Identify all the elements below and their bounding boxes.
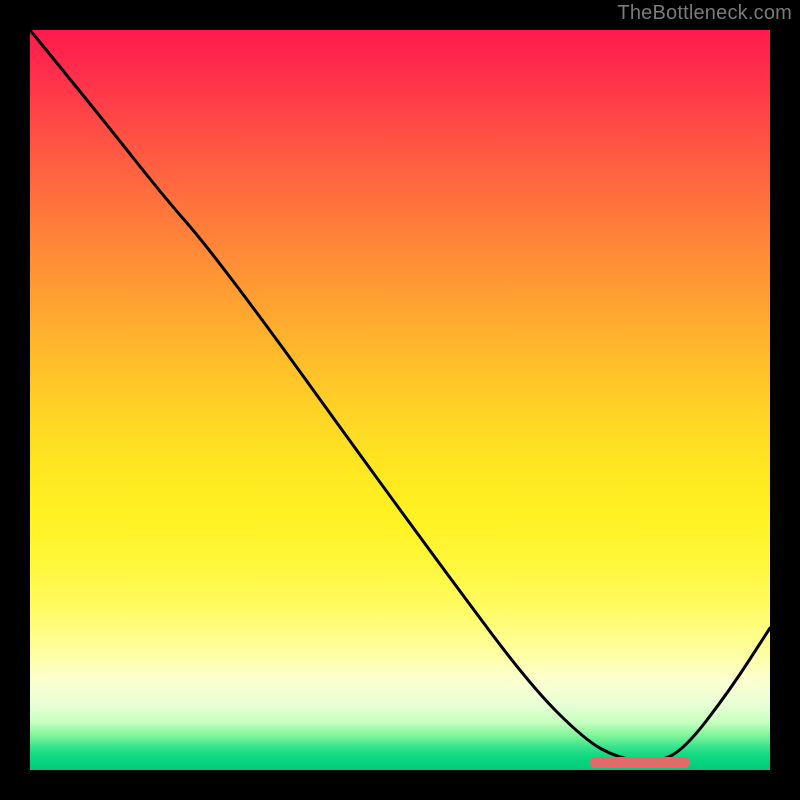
min-marker <box>590 757 690 768</box>
plot-area <box>30 30 770 770</box>
attribution-text: TheBottleneck.com <box>617 2 792 25</box>
bottleneck-curve <box>30 30 770 761</box>
curve-svg <box>30 30 770 770</box>
chart-stage: TheBottleneck.com <box>0 0 800 800</box>
